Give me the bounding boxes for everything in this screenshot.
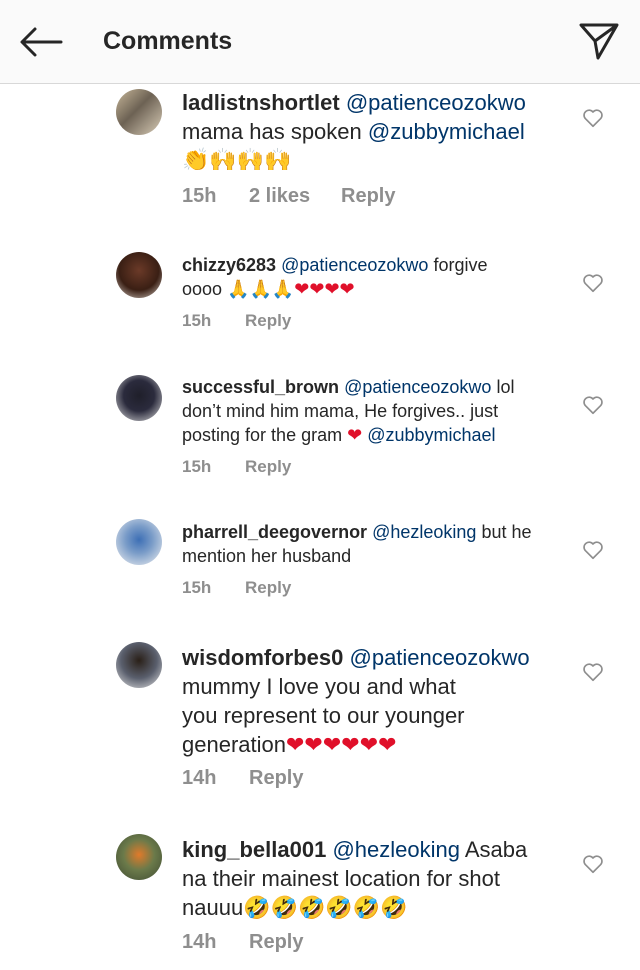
comment-emojis: 🤣🤣🤣🤣🤣🤣 [243,896,408,921]
comment-likes[interactable]: 2 likes [249,185,341,208]
comment-text: king_bella001 @hezleoking Asaba na their… [182,835,582,923]
comment-meta: 15h Reply [182,311,291,331]
comment-timestamp: 15h [182,578,212,597]
comment-username[interactable]: king_bella001 [182,837,326,862]
reply-button[interactable]: Reply [245,578,291,598]
comment-username[interactable]: pharrell_deegovernor [182,522,367,542]
heart-icon[interactable] [582,853,604,875]
comment-text: ladlistnshortlet @patienceozokwo mama ha… [182,88,582,175]
comment-body: oooo [182,279,223,299]
comment-body: lol [496,377,515,397]
arrow-left-icon [20,27,63,57]
reply-button[interactable]: Reply [249,931,303,954]
reply-button[interactable]: Reply [341,185,395,208]
heart-icon[interactable] [582,107,604,129]
comment-item: ladlistnshortlet @patienceozokwo mama ha… [0,84,640,214]
reply-button[interactable]: Reply [249,767,303,790]
comment-body: nauuu [182,895,244,920]
comment-emojis: ❤ [347,425,363,446]
comment-meta: 15h 2 likes Reply [182,185,395,208]
comment-meta: 15h Reply [182,578,291,598]
comment-timestamp: 15h [182,185,217,207]
avatar[interactable] [116,519,162,565]
comment-body: you represent to our younger [182,703,465,728]
comment-emojis: ❤❤❤❤❤❤ [285,733,397,758]
comment-emojis: 👏🙌🙌🙌 [182,148,292,173]
comment-text: successful_brown @patienceozokwo lol don… [182,375,582,448]
comment-body: posting for the gram [182,425,343,445]
top-bar: Comments [0,0,640,84]
heart-icon[interactable] [582,661,604,683]
back-button[interactable] [16,20,66,64]
comment-timestamp: 15h [182,311,212,330]
comment-item: successful_brown @patienceozokwo lol don… [0,370,640,480]
avatar[interactable] [116,252,162,298]
comment-mention[interactable]: @patienceozokwo [344,377,491,397]
comment-mention[interactable]: @patienceozokwo [350,645,530,670]
comment-mention[interactable]: @zubbymichael [367,425,495,445]
comment-timestamp: 15h [182,457,212,476]
heart-icon[interactable] [582,539,604,561]
avatar[interactable] [116,375,162,421]
comment-username[interactable]: chizzy6283 [182,255,276,275]
heart-icon[interactable] [582,272,604,294]
reply-button[interactable]: Reply [245,457,291,477]
comment-mention[interactable]: @patienceozokwo [346,90,526,115]
avatar[interactable] [116,642,162,688]
avatar[interactable] [116,834,162,880]
comment-timestamp: 14h [182,931,217,953]
comment-username[interactable]: successful_brown [182,377,339,397]
comment-body: Asaba [464,837,528,862]
comment-body: generation [182,732,286,757]
comment-body: but he [481,522,532,542]
comment-body: mama has spoken [182,119,362,144]
comment-meta: 15h Reply [182,457,291,477]
comment-meta: 14h Reply [182,767,303,790]
comment-body: don’t mind him mama, He forgives.. just [182,401,499,421]
comment-item: pharrell_deegovernor @hezleoking but he … [0,515,640,615]
share-button[interactable] [574,18,624,64]
comment-body: mention her husband [182,546,352,566]
avatar[interactable] [116,89,162,135]
comment-body: forgive [433,255,488,275]
comment-username[interactable]: ladlistnshortlet [182,90,340,115]
reply-button[interactable]: Reply [245,311,291,331]
comment-mention[interactable]: @patienceozokwo [281,255,428,275]
comment-item: wisdomforbes0 @patienceozokwo mummy I lo… [0,640,640,800]
comment-username[interactable]: wisdomforbes0 [182,645,343,670]
comment-emojis: 🙏🙏🙏❤❤❤❤ [227,279,355,300]
comment-text: pharrell_deegovernor @hezleoking but he … [182,520,582,568]
paper-plane-icon [579,23,619,60]
page-title: Comments [103,27,233,55]
comment-item: chizzy6283 @patienceozokwo forgive oooo … [0,244,640,344]
comment-item: king_bella001 @hezleoking Asaba na their… [0,833,640,970]
heart-icon[interactable] [582,394,604,416]
comment-timestamp: 14h [182,767,217,789]
comment-body: mummy I love you and what [182,674,456,699]
comment-text: wisdomforbes0 @patienceozokwo mummy I lo… [182,643,582,760]
comment-meta: 14h Reply [182,931,303,954]
comment-mention[interactable]: @hezleoking [372,522,476,542]
comment-body: na their mainest location for shot [182,866,500,891]
comment-text: chizzy6283 @patienceozokwo forgive oooo … [182,253,582,302]
comment-mention[interactable]: @hezleoking [332,837,460,862]
comment-mention[interactable]: @zubbymichael [368,119,525,144]
